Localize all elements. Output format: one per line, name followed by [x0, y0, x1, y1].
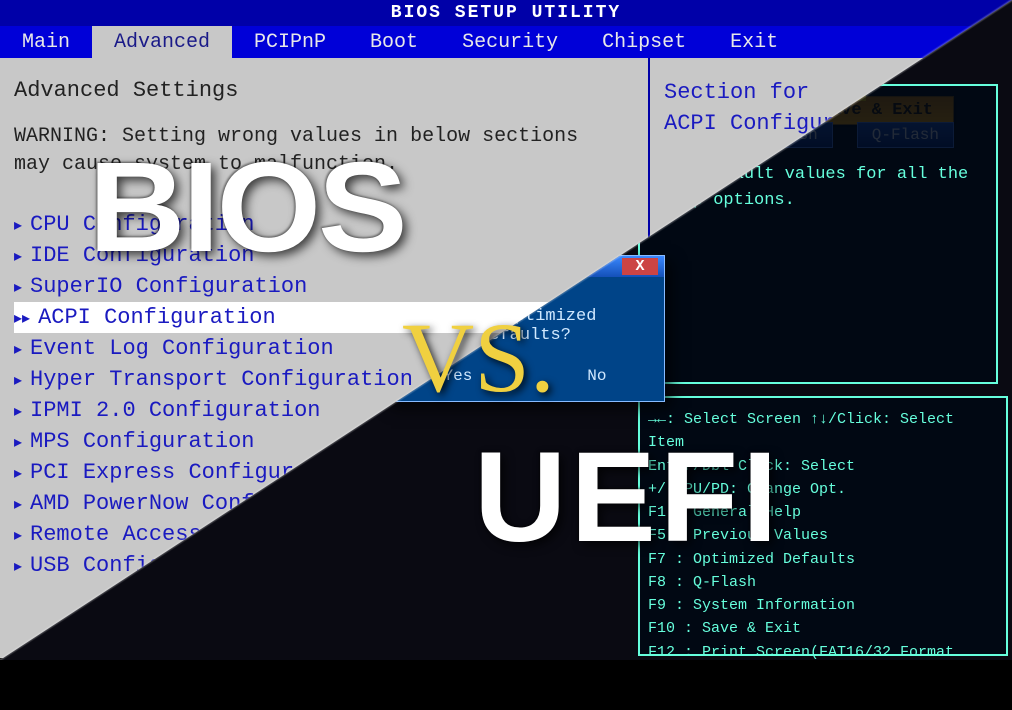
submenu-icon: ▸	[14, 463, 22, 483]
menu-label: ACPI Configuration	[38, 305, 276, 330]
menu-label: IDE Configuration	[30, 243, 254, 268]
uefi-key-hints: →←: Select Screen ↑↓/Click: Select Item …	[638, 396, 1008, 656]
bios-tab-advanced[interactable]: Advanced	[92, 26, 232, 58]
hint-line: F5 : Previous Values	[648, 524, 998, 547]
menu-superio-configuration[interactable]: ▸ SuperIO Configuration	[14, 271, 634, 302]
menu-label: Hyper Transport Configuration	[30, 367, 413, 392]
hint-line: F9 : System Information	[648, 594, 998, 617]
hint-line: Enter/Dbl Click: Select	[648, 455, 998, 478]
submenu-icon: ▸	[14, 494, 22, 514]
hint-line: ESC/Right Click: Exit	[648, 687, 998, 710]
menu-label: Event Log Configuration	[30, 336, 334, 361]
hint-line: →←: Select Screen ↑↓/Click: Select Item	[648, 408, 998, 455]
menu-label: CPU Configuration	[30, 212, 254, 237]
hint-line: F1 : General Help	[648, 501, 998, 524]
hint-line: F8 : Q-Flash	[648, 571, 998, 594]
dialog-close-button[interactable]: X	[622, 258, 658, 275]
menu-cpu-configuration[interactable]: ▸ CPU Configuration	[14, 209, 634, 240]
submenu-icon: ▸	[14, 277, 22, 297]
submenu-icon: ▸	[14, 308, 30, 328]
bios-tab-security[interactable]: Security	[440, 26, 580, 58]
hint-line: F7 : Optimized Defaults	[648, 548, 998, 571]
bios-utility-title: BIOS SETUP UTILITY	[0, 0, 1012, 26]
warning-line-2: may cause system to malfunction.	[14, 153, 398, 176]
submenu-icon: ▸	[14, 556, 22, 576]
hint-line: F12 : Print Screen(FAT16/32 Format Only)	[648, 641, 998, 688]
warning-line-1: WARNING: Setting wrong values in below s…	[14, 125, 578, 148]
submenu-icon: ▸	[14, 525, 22, 545]
hint-line: +/-/PU/PD: Change Opt.	[648, 478, 998, 501]
menu-label: SuperIO Configuration	[30, 274, 307, 299]
bios-tab-exit[interactable]: Exit	[708, 26, 800, 58]
bios-tab-main[interactable]: Main	[0, 26, 92, 58]
submenu-icon: ▸	[14, 215, 22, 235]
bios-tab-chipset[interactable]: Chipset	[580, 26, 708, 58]
menu-ide-configuration[interactable]: ▸ IDE Configuration	[14, 240, 634, 271]
panel-title: Advanced Settings	[14, 78, 634, 103]
menu-label: MPS Configuration	[30, 429, 254, 454]
warning-text: WARNING: Setting wrong values in below s…	[14, 123, 634, 179]
submenu-icon: ▸	[14, 246, 22, 266]
submenu-icon: ▸	[14, 432, 22, 452]
bios-tab-boot[interactable]: Boot	[348, 26, 440, 58]
submenu-icon: ▸	[14, 339, 22, 359]
dialog-no-button[interactable]: No	[569, 365, 624, 387]
bios-tab-bar: Main Advanced PCIPnP Boot Security Chips…	[0, 26, 1012, 58]
submenu-icon: ▸	[14, 401, 22, 421]
bios-tab-pcipnp[interactable]: PCIPnP	[232, 26, 348, 58]
menu-label: IPMI 2.0 Configuration	[30, 398, 320, 423]
submenu-icon: ▸	[14, 370, 22, 390]
hint-line: F10 : Save & Exit	[648, 617, 998, 640]
